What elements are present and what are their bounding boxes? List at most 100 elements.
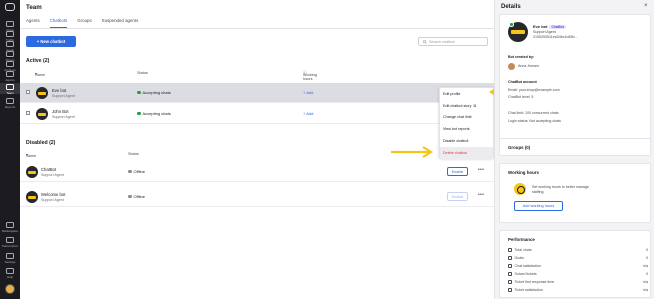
team-panel: Team Agents Chatbots Groups Suspended ag… — [20, 0, 494, 299]
created-by-label: Bot created by: — [508, 55, 535, 59]
sidebar-item-team[interactable]: Team — [0, 83, 20, 95]
row-checkbox[interactable] — [26, 111, 30, 115]
more-options-icon[interactable]: ••• — [478, 192, 484, 198]
sidebar-item-agents[interactable]: Agents — [0, 70, 20, 82]
performance-value: n/a — [643, 288, 648, 292]
menu-edit-profile[interactable]: Edit profile — [440, 88, 493, 100]
login-status: Login status: Not accepting chats — [508, 119, 561, 123]
search-icon — [423, 39, 427, 44]
chatbot-badge: ChatBot — [549, 25, 566, 29]
add-working-hours-link[interactable]: + Add — [303, 111, 313, 116]
groups-card[interactable]: Groups (0) — [499, 138, 651, 156]
groups-title: Groups (0) — [508, 145, 531, 150]
performance-row: Total chats 0 — [508, 248, 648, 252]
enable-button[interactable]: Enable — [447, 167, 468, 176]
tab-agents[interactable]: Agents — [26, 18, 40, 28]
sidebar-item-label: Help — [6, 275, 14, 279]
archives-icon — [6, 61, 14, 67]
external-link-icon: ⧉ — [473, 103, 477, 108]
performance-value: n/a — [643, 264, 648, 268]
metric-icon — [508, 288, 512, 292]
menu-edit-chatbot-story[interactable]: Edit chatbot story ⧉ — [440, 100, 493, 112]
sidebar-item-subscription[interactable]: Subscription — [0, 236, 20, 248]
account-email: Email: your.shop@example.com — [508, 88, 560, 92]
menu-delete-chatbot[interactable]: Delete chatbot — [440, 146, 493, 159]
details-panel: Details × Eve bot ChatBot Support Agent 2… — [494, 0, 654, 299]
offline-dot-icon — [128, 169, 132, 174]
performance-label: Total chats — [508, 248, 532, 252]
working-hours-card: Working hours Set working hours to bette… — [499, 163, 651, 223]
performance-label: Solved tickets — [508, 272, 537, 276]
sidebar-item-label: Agents — [5, 78, 15, 82]
menu-change-chat-limit[interactable]: Change chat limit — [440, 112, 493, 124]
user-avatar[interactable] — [5, 284, 15, 294]
bot-avatar — [26, 166, 38, 178]
performance-label: Goals — [508, 256, 524, 260]
bot-avatar — [36, 108, 48, 120]
bot-name-row: Eve bot ChatBot — [533, 24, 566, 29]
tab-chatbots[interactable]: Chatbots — [49, 18, 68, 28]
chat-limit: Chat limit: 100 concurrent chats — [508, 111, 559, 115]
sidebar-item-marketplace[interactable]: Marketplace — [0, 221, 20, 233]
app-sidebar: Chats Traffic Goals Tickets Archives Agents Te… — [0, 0, 20, 299]
table-row[interactable]: Eve bot Support Agent Accepting chats + … — [20, 83, 494, 103]
traffic-icon — [6, 31, 14, 37]
team-icon — [6, 84, 14, 90]
clock-icon — [514, 183, 526, 195]
team-tabs: Agents Chatbots Groups Suspended agents — [26, 18, 138, 28]
more-options-icon[interactable]: ••• — [478, 167, 484, 173]
table-row[interactable]: ChatBot Support Agent Offline Enable ••• — [20, 162, 494, 182]
performance-row: Goals 0 — [508, 256, 648, 260]
active-section-title: Active (2) — [26, 58, 50, 64]
sidebar-item-label: Team — [6, 91, 14, 95]
tabs-divider — [20, 28, 494, 29]
metric-icon — [508, 256, 512, 260]
tab-suspended-agents[interactable]: Suspended agents — [102, 18, 139, 28]
sidebar-item-label: Settings — [4, 260, 16, 264]
sidebar-item-settings[interactable]: Settings — [0, 252, 20, 264]
settings-icon — [6, 253, 14, 259]
status-cell: Accepting chats — [137, 111, 171, 116]
bot-role: Support Agent — [52, 115, 75, 119]
close-icon[interactable]: × — [644, 3, 648, 9]
bot-role: Support Agent — [533, 30, 556, 34]
menu-view-bot-reports[interactable]: View bot reports — [440, 123, 493, 135]
yellow-arrow-right-icon — [391, 146, 434, 158]
new-chatbot-button[interactable]: + New chatbot — [26, 36, 76, 47]
metric-icon — [508, 272, 512, 276]
metric-icon — [508, 264, 512, 268]
search-placeholder: Search chatbot — [429, 39, 455, 44]
performance-row: Chat satisfaction n/a — [508, 264, 648, 268]
sidebar-item-reports[interactable]: Reports — [0, 97, 20, 109]
creator-name: Anna Jensen — [518, 64, 539, 68]
performance-value: n/a — [643, 280, 648, 284]
performance-card: Performance Total chats 0 Goals 0 Chat satis… — [499, 230, 651, 298]
tab-groups[interactable]: Groups — [77, 18, 91, 28]
add-working-hours-link[interactable]: + Add — [303, 90, 313, 95]
performance-row: Solved tickets 0 — [508, 272, 648, 276]
search-input[interactable]: Search chatbot — [418, 37, 488, 46]
row-checkbox[interactable] — [26, 90, 30, 94]
sidebar-item-help[interactable]: Help — [0, 267, 20, 279]
marketplace-icon — [6, 222, 14, 228]
table-row[interactable]: John Bot Support Agent Accepting chats +… — [20, 104, 494, 124]
performance-row: Ticket satisfaction n/a — [508, 288, 648, 292]
online-dot-icon — [137, 90, 141, 95]
sidebar-item-label: Subscription — [1, 244, 19, 248]
performance-value: 0 — [646, 248, 648, 252]
bot-info-card: Eve bot ChatBot Support Agent 2195253511e… — [499, 14, 651, 144]
menu-disable-chatbot[interactable]: Disable chatbot — [440, 135, 493, 147]
sidebar-item-label: Reports — [4, 105, 16, 109]
add-working-hours-button[interactable]: Add working hours — [514, 201, 563, 211]
bot-name: Eve bot — [52, 88, 67, 93]
chats-icon — [6, 21, 14, 27]
tickets-icon — [6, 51, 14, 57]
enable-button[interactable]: Enable — [447, 192, 468, 201]
account-title: ChatBot account — [508, 80, 537, 84]
col-name[interactable]: Name ▾ — [26, 152, 36, 158]
metric-icon — [508, 280, 512, 284]
bot-name: Welcome bot — [41, 192, 66, 197]
disabled-section-title: Disabled (2) — [26, 140, 56, 146]
table-row[interactable]: Welcome bot Support Agent Offline Enable… — [20, 187, 494, 207]
col-name[interactable]: Name ▾ — [35, 71, 45, 77]
